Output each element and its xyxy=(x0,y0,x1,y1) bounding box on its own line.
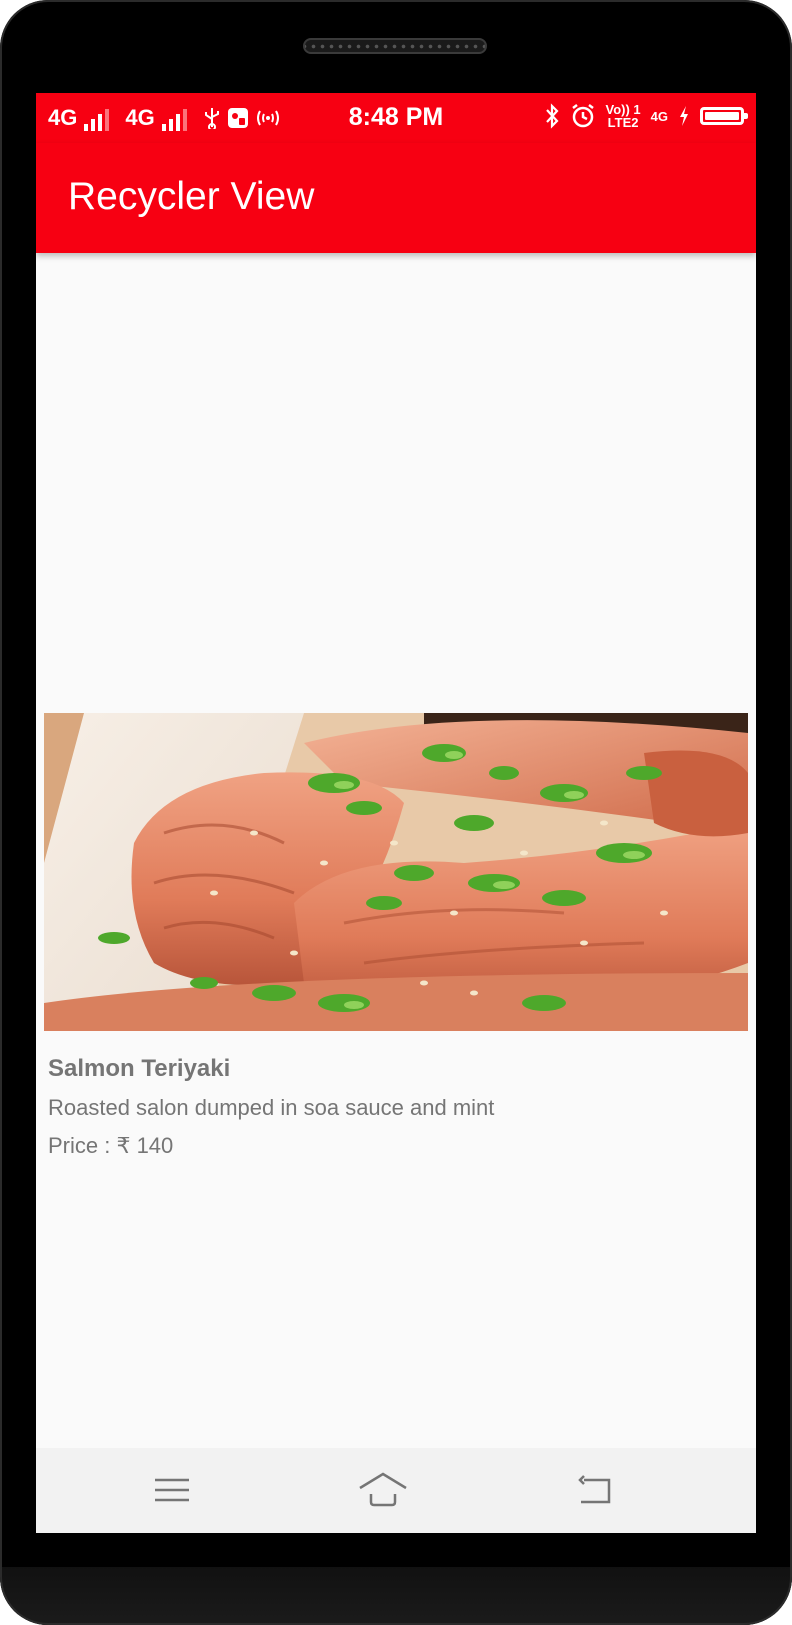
item-description: Roasted salon dumped in soa sauce and mi… xyxy=(48,1095,495,1120)
volte-indicator: Vo)) 1 LTE2 xyxy=(606,103,641,129)
item-title: Salmon Teriyaki xyxy=(48,1055,231,1082)
battery-icon xyxy=(700,107,748,125)
home-icon xyxy=(359,1472,407,1507)
phone-bottom-bezel xyxy=(0,1567,792,1625)
app-bar: Recycler View xyxy=(36,143,756,253)
lte-label: LTE2 xyxy=(607,115,639,130)
app-title: Recycler View xyxy=(68,175,315,218)
item-price: Price : ₹ 140 xyxy=(48,1133,174,1158)
system-nav-bar xyxy=(36,1448,756,1533)
back-icon xyxy=(578,1475,611,1504)
recycler-view[interactable]: Salmon Teriyaki Roasted salon dumped in … xyxy=(36,253,756,1448)
alarm-icon xyxy=(571,104,594,128)
phone-frame: 4G 4G 8:48 PM Vo)) 1 LTE2 4G Recycler Vi… xyxy=(0,0,792,1625)
screen: 4G 4G 8:48 PM Vo)) 1 LTE2 4G Recycler Vi… xyxy=(36,93,756,1533)
home-button[interactable] xyxy=(358,1470,408,1510)
menu-icon xyxy=(155,1478,189,1502)
data-network-indicator: 4G xyxy=(650,108,668,124)
status-bar: 4G 4G 8:48 PM Vo)) 1 LTE2 4G xyxy=(36,93,756,143)
battery-level-fill xyxy=(705,112,739,120)
menu-button[interactable] xyxy=(147,1470,197,1510)
food-image[interactable] xyxy=(44,713,748,1031)
charging-bolt-icon xyxy=(680,106,688,126)
salmon-photo xyxy=(44,713,748,1031)
bluetooth-icon xyxy=(545,103,559,129)
earpiece-speaker xyxy=(303,38,487,54)
status-bar-right: Vo)) 1 LTE2 4G xyxy=(544,103,748,129)
back-button[interactable] xyxy=(569,1470,619,1510)
